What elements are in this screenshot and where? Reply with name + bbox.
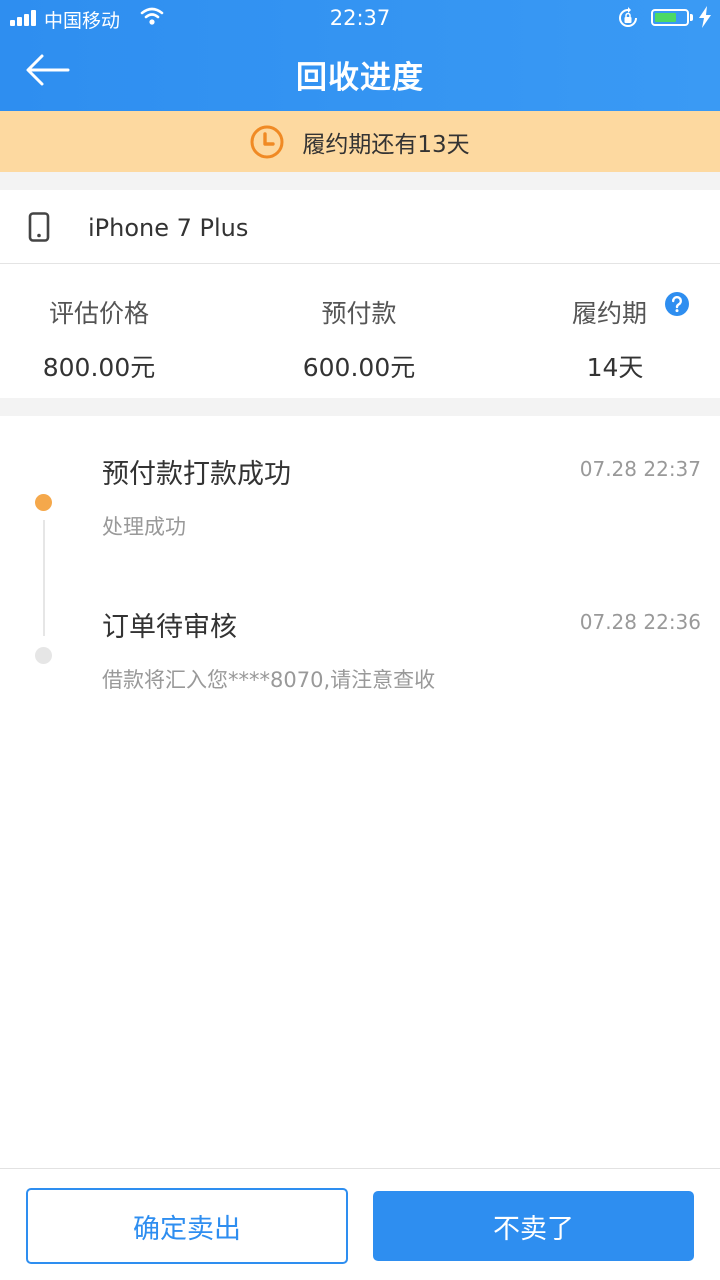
page-title: 回收进度 [296, 60, 424, 96]
stat-value: 600.00元 [302, 353, 416, 382]
progress-timeline: 预付款打款成功 07.28 22:37 处理成功 订单待审核 07.28 22:… [0, 416, 720, 1168]
timeline-item-time: 07.28 22:37 [579, 457, 701, 481]
cancel-sell-button[interactable]: 不卖了 [373, 1191, 694, 1261]
timeline-connector [43, 520, 45, 636]
notice-banner: 履约期还有13天 [0, 111, 720, 172]
timeline-item-title: 订单待审核 [102, 612, 237, 643]
timeline-item-time: 07.28 22:36 [579, 610, 701, 634]
bottom-action-bar: 确定卖出 不卖了 [0, 1168, 720, 1280]
nav-bar: 回收进度 [0, 36, 720, 111]
charging-icon [698, 6, 712, 33]
timeline-item-desc: 处理成功 [102, 515, 186, 539]
notice-text: 履约期还有13天 [302, 132, 470, 158]
section-gap [0, 398, 720, 416]
stat-label: 评估价格 [48, 299, 149, 328]
stat-prepayment: 预付款 600.00元 [296, 294, 422, 384]
timeline-item-desc: 借款将汇入您****8070,请注意查收 [102, 668, 436, 692]
stat-value: 14天 [586, 353, 644, 382]
status-bar: 中国移动 22:37 [0, 0, 720, 36]
stat-estimated-price: 评估价格 800.00元 [36, 294, 162, 384]
battery-tip [690, 14, 693, 21]
rotation-lock-icon [617, 7, 639, 34]
timeline-item-title: 预付款打款成功 [102, 459, 291, 490]
battery-icon [651, 9, 689, 26]
timeline-dot-inactive [35, 647, 52, 664]
clock-icon [250, 125, 284, 159]
phone-icon [28, 212, 50, 242]
device-card: iPhone 7 Plus 评估价格 800.00元 预付款 600.00元 履… [0, 190, 720, 398]
stat-label: 履约期 [572, 299, 648, 328]
section-gap [0, 172, 720, 190]
stats-row: 评估价格 800.00元 预付款 600.00元 履约期 14天 [0, 264, 720, 398]
question-circle-icon[interactable] [664, 291, 690, 317]
stat-performance-period: 履约期 14天 [560, 294, 670, 384]
device-row: iPhone 7 Plus [0, 190, 720, 264]
confirm-sell-button[interactable]: 确定卖出 [26, 1188, 348, 1264]
timeline-dot-active [35, 494, 52, 511]
stat-label: 预付款 [321, 299, 397, 328]
header: 中国移动 22:37 回收进度 [0, 0, 720, 111]
device-name: iPhone 7 Plus [88, 214, 249, 242]
stat-value: 800.00元 [42, 353, 156, 382]
status-time: 22:37 [329, 6, 391, 30]
